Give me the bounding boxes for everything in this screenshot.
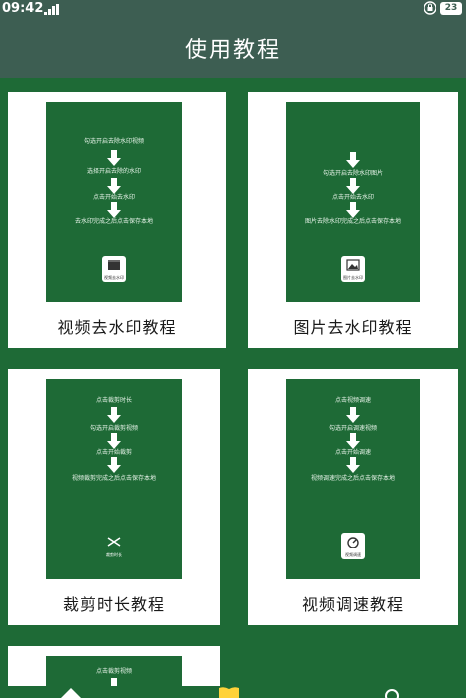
arrow-down-icon	[346, 178, 360, 194]
arrow-down-icon	[107, 433, 121, 449]
step-text: 点击开始调速	[334, 449, 371, 456]
step-text: 点击裁剪时长	[95, 397, 132, 404]
step-text: 图片去除水印完成之后点击保存本地	[304, 218, 401, 225]
card-title: 裁剪时长教程	[62, 595, 165, 614]
tutorial-card-trim-duration[interactable]: 点击裁剪时长 勾选开启裁剪视频 点击开始裁剪 视频裁剪完成之后点击保存本地 裁剪…	[8, 369, 220, 625]
step-text: 勾选开启裁剪视频	[89, 425, 138, 432]
tutorial-card-image-watermark[interactable]: 勾选开启去除水印图片 点击开始去水印 图片去除水印完成之后点击保存本地 图片去水…	[248, 92, 458, 348]
home-icon[interactable]	[60, 686, 82, 698]
arrow-down-icon	[107, 178, 121, 194]
trim-button-icon: 裁剪时长	[102, 533, 126, 559]
image-icon	[346, 259, 360, 271]
arrow-down-icon	[346, 433, 360, 449]
battery-icon: 23	[440, 1, 462, 15]
step-text: 视频调速完成之后点击保存本地	[310, 475, 395, 482]
step-text: 点击开始去水印	[331, 194, 374, 201]
image-watermark-button-icon: 图片去水印	[341, 256, 365, 282]
arrow-down-icon	[346, 152, 360, 168]
bottom-nav	[0, 686, 466, 698]
step-text: 勾选开启去除水印视频	[83, 138, 144, 145]
clapperboard-icon	[108, 260, 120, 270]
step-text: 点击开始裁剪	[95, 449, 132, 456]
step-text: 点击开始去水印	[92, 194, 135, 201]
profile-icon[interactable]	[382, 686, 402, 698]
step-text: 勾选开启调速视频	[328, 425, 377, 432]
step-text: 点击裁剪视频	[95, 668, 132, 675]
tutorial-poster: 勾选开启去除水印视频 选择开启去除的水印 点击开始去水印 去水印完成之后点击保存…	[46, 102, 182, 302]
arrow-down-icon	[107, 407, 121, 423]
status-time: 09:42	[2, 1, 44, 16]
arrow-down-icon	[107, 202, 121, 218]
arrow-down-icon	[346, 407, 360, 423]
tutorial-card-speed-adjust[interactable]: 点击视频调速 勾选开启调速视频 点击开始调速 视频调速完成之后点击保存本地 视频…	[248, 369, 458, 625]
status-right: 23	[424, 1, 462, 15]
tutorial-card-video-watermark[interactable]: 勾选开启去除水印视频 选择开启去除的水印 点击开始去水印 去水印完成之后点击保存…	[8, 92, 226, 348]
step-text: 选择开启去除的水印	[86, 168, 141, 175]
signal-icon	[44, 4, 59, 15]
step-text: 视频裁剪完成之后点击保存本地	[71, 475, 156, 482]
arrow-down-icon	[107, 150, 121, 166]
arrow-down-icon	[346, 457, 360, 473]
card-title: 图片去水印教程	[293, 318, 413, 337]
speed-button-icon: 视频调速	[341, 533, 365, 559]
scissors-icon	[107, 537, 121, 547]
card-title: 视频调速教程	[301, 595, 404, 614]
app-header: 使用教程	[0, 18, 466, 78]
arrow-down-icon	[346, 202, 360, 218]
tutorial-poster: 点击裁剪时长 勾选开启裁剪视频 点击开始裁剪 视频裁剪完成之后点击保存本地 裁剪…	[46, 379, 182, 579]
lock-icon	[424, 1, 436, 15]
speedometer-icon	[347, 537, 359, 548]
card-title: 视频去水印教程	[57, 318, 177, 337]
step-text: 点击视频调速	[334, 397, 371, 404]
page-title: 使用教程	[184, 38, 281, 63]
book-icon[interactable]	[218, 686, 240, 698]
step-text: 去水印完成之后点击保存本地	[74, 218, 153, 225]
status-bar: 09:42 23	[0, 0, 466, 18]
step-text: 勾选开启去除水印图片	[322, 170, 383, 177]
video-watermark-button-icon: 视频去水印	[102, 256, 126, 282]
tutorial-poster: 点击视频调速 勾选开启调速视频 点击开始调速 视频调速完成之后点击保存本地 视频…	[286, 379, 420, 579]
tutorial-poster: 勾选开启去除水印图片 点击开始去水印 图片去除水印完成之后点击保存本地 图片去水…	[286, 102, 420, 302]
arrow-down-icon	[107, 457, 121, 473]
